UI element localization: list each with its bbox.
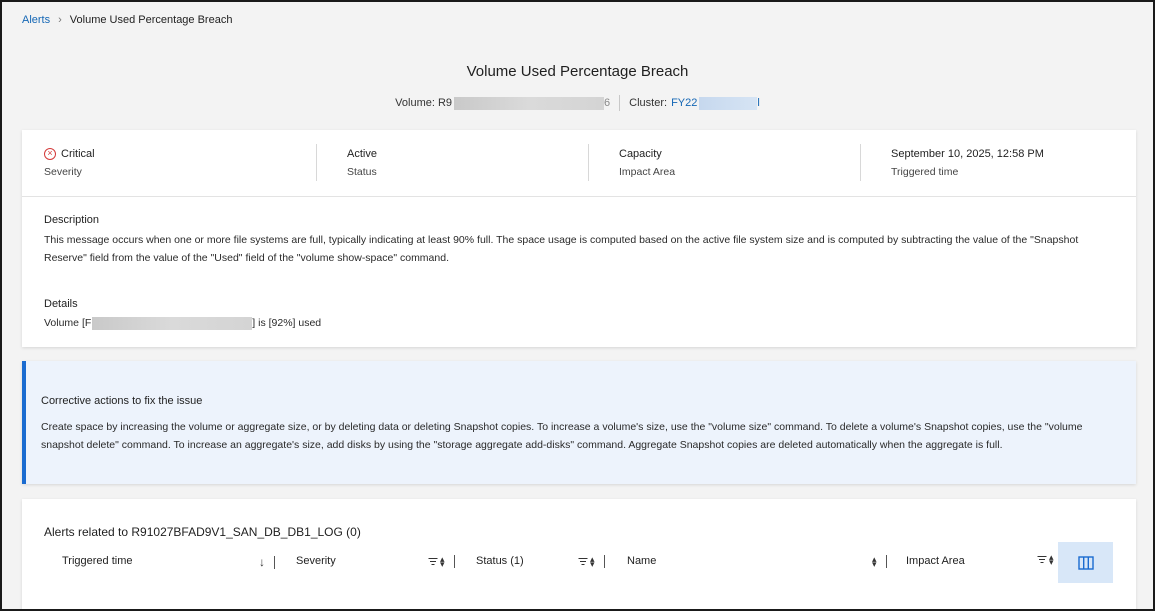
cluster-label: Cluster: bbox=[629, 97, 668, 109]
alert-summary-card: × Critical Severity Active Status Capaci… bbox=[22, 130, 1136, 347]
filter-icon[interactable] bbox=[578, 558, 587, 566]
cluster-link[interactable]: FY22 l bbox=[667, 96, 760, 110]
description-text: This message occurs when one or more fil… bbox=[44, 234, 1079, 264]
chevron-right-icon: › bbox=[58, 14, 62, 26]
volume-label: Volume: R9 bbox=[395, 97, 453, 109]
stat-severity: × Critical Severity bbox=[44, 130, 304, 196]
column-resize-handle[interactable] bbox=[603, 555, 605, 568]
related-alerts-title: Alerts related to R91027BFAD9V1_SAN_DB_D… bbox=[44, 525, 361, 539]
severity-label: Severity bbox=[44, 166, 82, 178]
subline-divider bbox=[619, 95, 621, 111]
alert-subline: Volume: R9 6 Cluster: FY22 l bbox=[0, 95, 1155, 111]
filter-icon[interactable] bbox=[1037, 556, 1046, 564]
column-controls: ▴ ▾ bbox=[428, 554, 455, 568]
column-controls: ▴ ▾ bbox=[1037, 553, 1054, 567]
filter-icon[interactable] bbox=[428, 558, 437, 566]
corrective-title: Corrective actions to fix the issue bbox=[41, 395, 203, 407]
cluster-value: FY22 bbox=[671, 97, 698, 109]
triggered-time-label: Triggered time bbox=[891, 166, 959, 178]
columns-icon bbox=[1077, 555, 1094, 570]
stat-divider bbox=[316, 144, 317, 181]
column-header-name[interactable]: Name bbox=[627, 555, 656, 567]
column-controls: ▴ ▾ bbox=[872, 554, 887, 568]
column-header-status[interactable]: Status (1) bbox=[476, 555, 524, 567]
details-title: Details bbox=[44, 298, 78, 310]
column-label: Impact Area bbox=[906, 555, 965, 567]
column-header-severity[interactable]: Severity bbox=[296, 555, 336, 567]
stat-triggered-time: September 10, 2025, 12:58 PM Triggered t… bbox=[891, 130, 1131, 196]
critical-x-circle-icon: × bbox=[44, 148, 56, 160]
column-label: Name bbox=[627, 555, 657, 567]
column-label: Triggered time bbox=[62, 555, 133, 567]
volume-info: Volume: R9 6 bbox=[395, 96, 611, 110]
redacted-cluster-name bbox=[699, 96, 758, 110]
details-text: Volume [F ] is [92%] used bbox=[44, 314, 1119, 332]
sort-icon[interactable]: ▴ ▾ bbox=[440, 554, 445, 568]
related-alerts-card: Alerts related to R91027BFAD9V1_SAN_DB_D… bbox=[22, 499, 1136, 611]
column-resize-handle[interactable] bbox=[274, 555, 275, 569]
column-settings-button[interactable] bbox=[1058, 542, 1113, 583]
sort-icon[interactable]: ▴ ▾ bbox=[872, 554, 877, 568]
impact-area-label: Impact Area bbox=[619, 166, 676, 178]
stat-divider bbox=[588, 144, 589, 181]
stat-impact-area: Capacity Impact Area bbox=[619, 130, 859, 196]
breadcrumb: Alerts › Volume Used Percentage Breach bbox=[22, 14, 232, 26]
redacted-detail-volume bbox=[92, 316, 253, 330]
corrective-actions-panel: Corrective actions to fix the issue Crea… bbox=[22, 361, 1136, 484]
details-suffix: ] is [92%] used bbox=[252, 317, 322, 329]
triggered-time-value: September 10, 2025, 12:58 PM bbox=[891, 148, 1044, 160]
sort-descending-icon[interactable]: ↓ bbox=[259, 555, 265, 569]
page-title: Volume Used Percentage Breach bbox=[466, 63, 689, 80]
sort-icon[interactable]: ▴ ▾ bbox=[590, 554, 595, 568]
cluster-tail: l bbox=[757, 97, 760, 109]
column-label: Status (1) bbox=[476, 555, 524, 567]
status-label: Status bbox=[347, 166, 377, 178]
column-resize-handle[interactable] bbox=[453, 555, 455, 568]
volume-tail: 6 bbox=[604, 97, 611, 109]
severity-value: Critical bbox=[61, 148, 95, 160]
stat-divider bbox=[860, 144, 861, 181]
description-title: Description bbox=[44, 214, 100, 226]
column-controls: ↓ bbox=[259, 555, 275, 569]
redacted-volume-name bbox=[454, 96, 605, 110]
sort-icon[interactable]: ▴ ▾ bbox=[1049, 553, 1054, 567]
corrective-text: Create space by increasing the volume or… bbox=[41, 421, 1083, 451]
column-label: Severity bbox=[296, 555, 336, 567]
alert-stats: × Critical Severity Active Status Capaci… bbox=[22, 130, 1136, 197]
column-header-triggered-time[interactable]: Triggered time bbox=[62, 555, 133, 567]
stat-status: Active Status bbox=[347, 130, 587, 196]
breadcrumb-current: Volume Used Percentage Breach bbox=[69, 14, 233, 26]
column-controls: ▴ ▾ bbox=[578, 554, 605, 568]
severity-value-row: × Critical bbox=[44, 148, 95, 160]
column-header-impact-area[interactable]: Impact Area bbox=[906, 555, 965, 567]
details-prefix: Volume [F bbox=[44, 317, 92, 329]
status-value: Active bbox=[347, 148, 377, 160]
breadcrumb-alerts-link[interactable]: Alerts bbox=[22, 14, 50, 26]
column-resize-handle[interactable] bbox=[885, 555, 887, 568]
impact-area-value: Capacity bbox=[619, 148, 662, 160]
cluster-info: Cluster: FY22 l bbox=[629, 96, 760, 110]
